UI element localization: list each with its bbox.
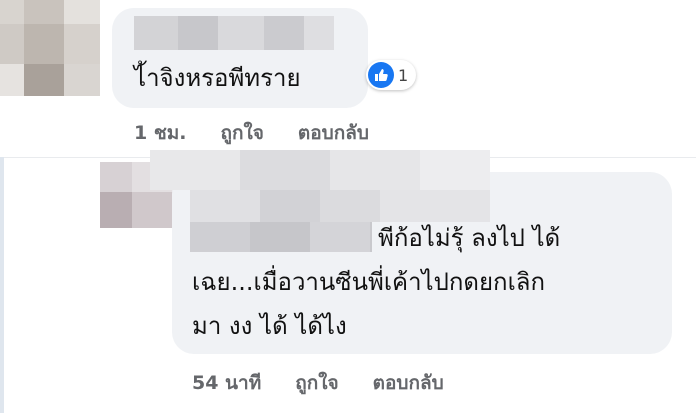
- like-button[interactable]: ถูกใจ: [220, 118, 263, 148]
- like-thumb-icon: [368, 62, 394, 88]
- comment-timestamp[interactable]: 54 นาที: [192, 368, 261, 398]
- comment-actions-2: 54 นาที ถูกใจ ตอบกลับ: [192, 368, 444, 398]
- reply-button[interactable]: ตอบกลับ: [373, 368, 444, 398]
- reply-thread-line: [0, 157, 4, 413]
- like-button[interactable]: ถูกใจ: [295, 368, 338, 398]
- reaction-badge[interactable]: 1: [366, 60, 417, 90]
- comment-text-line: มา งง ได้ ได้ไง: [192, 312, 347, 340]
- comment-actions-1: 1 ชม. ถูกใจ ตอบกลับ: [134, 118, 369, 148]
- comment-text-line: เฉย...เมื่อวานซีนพี่เค้าไปกดยกเลิก: [192, 268, 546, 296]
- reply-button[interactable]: ตอบกลับ: [298, 118, 369, 148]
- comment-timestamp[interactable]: 1 ชม.: [134, 118, 186, 148]
- commenter-name-blurred[interactable]: [134, 16, 334, 50]
- comment-text-line: พีก้อไม่รุ้ ลงไป ได้: [378, 224, 561, 252]
- avatar-blurred[interactable]: [0, 0, 100, 96]
- reaction-count: 1: [398, 65, 409, 85]
- comment-text: ไ้าจิงหรอพีทราย: [134, 64, 301, 92]
